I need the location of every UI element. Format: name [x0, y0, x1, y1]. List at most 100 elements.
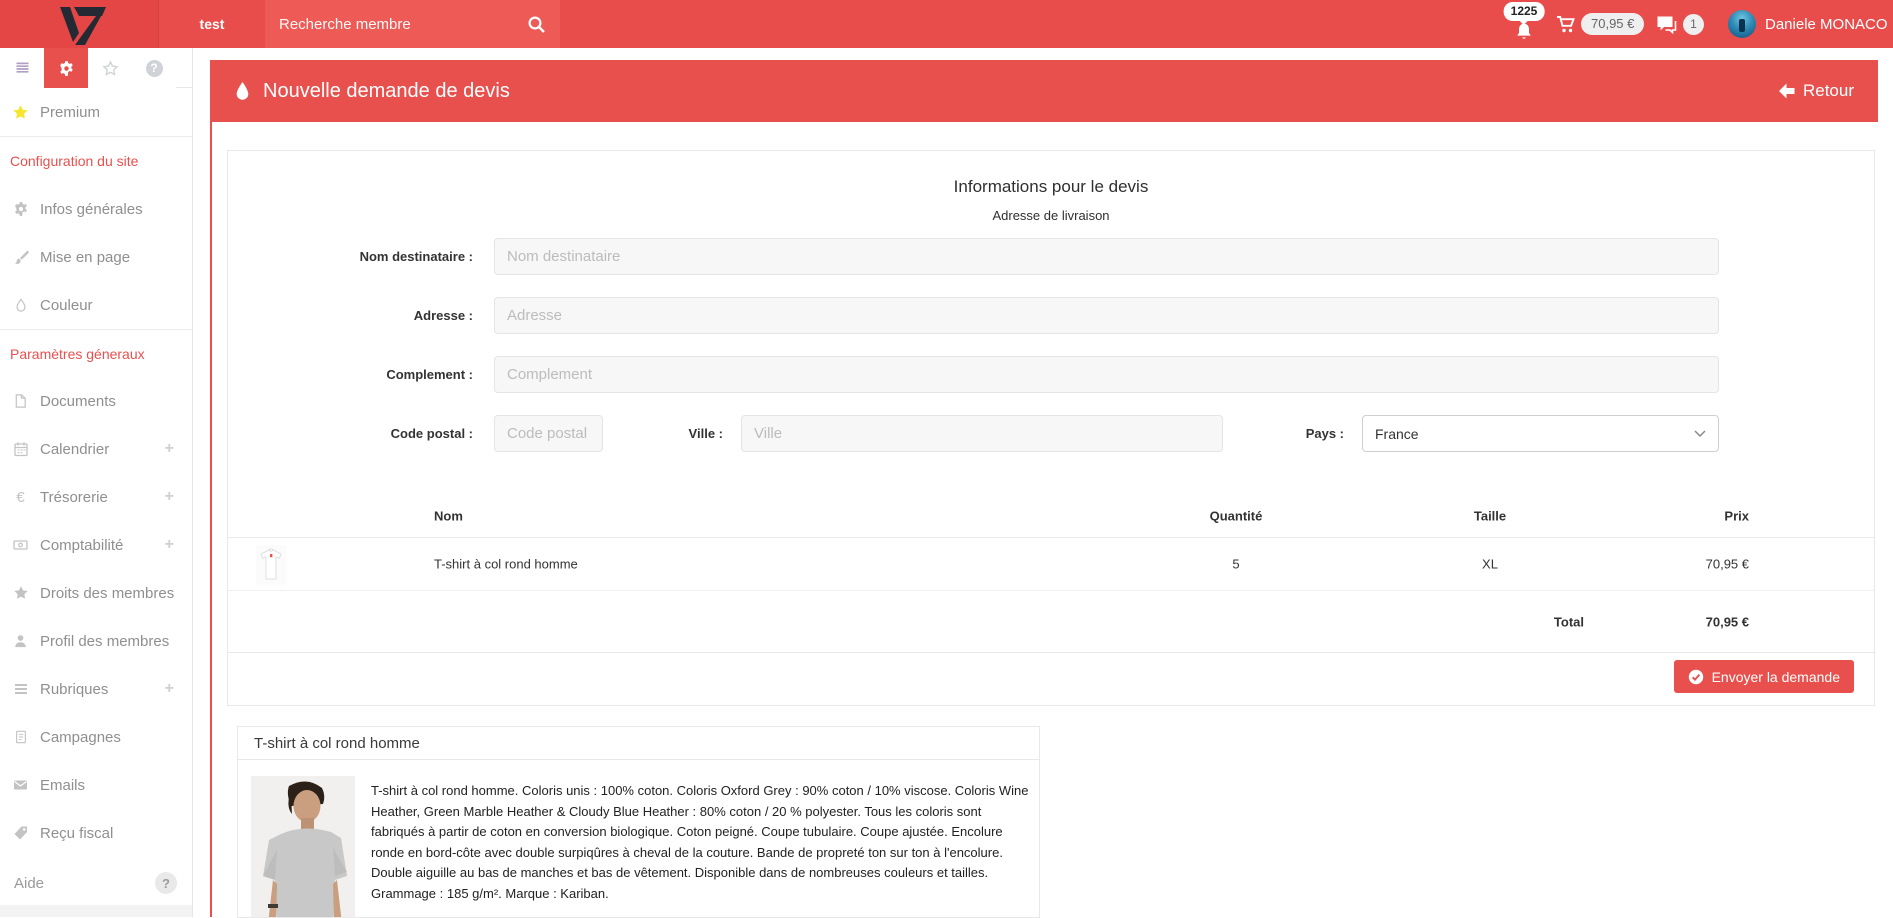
product-photo: [251, 776, 355, 918]
search-button[interactable]: [512, 0, 560, 48]
sidebar-item-label: Mise en page: [40, 249, 130, 266]
sidebar-item-mise-en-page[interactable]: Mise en page: [0, 233, 192, 281]
sidebar-tabstrip: ?: [0, 48, 192, 88]
droplet-icon: [12, 297, 29, 313]
gear-icon: [58, 60, 75, 77]
sidebar-item-label: Calendrier: [40, 441, 109, 458]
search-input[interactable]: [265, 0, 512, 48]
quote-form-panel: Informations pour le devis Adresse de li…: [227, 150, 1875, 706]
sidebar-item-label: Infos générales: [40, 201, 143, 218]
recipient-label: Nom destinataire :: [228, 249, 473, 264]
country-select[interactable]: France: [1362, 415, 1719, 452]
sidebar-item-label: Campagnes: [40, 729, 121, 746]
page-header-bar: Nouvelle demande de devis Retour: [212, 60, 1878, 122]
address-input[interactable]: [494, 297, 1719, 334]
tab-menu[interactable]: [0, 48, 44, 88]
check-circle-icon: [1688, 669, 1704, 685]
product-thumbnail: [256, 545, 286, 585]
sidebar-item-rubriques[interactable]: Rubriques +: [0, 665, 192, 713]
notifications-button[interactable]: 1225: [1498, 0, 1550, 48]
plus-icon[interactable]: +: [165, 441, 174, 457]
sidebar-item-recu-fiscal[interactable]: Reçu fiscal: [0, 809, 192, 857]
city-input[interactable]: [741, 415, 1223, 452]
sidebar-item-label: Emails: [40, 777, 85, 794]
calendar-icon: [12, 441, 29, 457]
sidebar-item-campagnes[interactable]: Campagnes: [0, 713, 192, 761]
sidebar-item-label: Profil des membres: [40, 633, 169, 650]
complement-input[interactable]: [494, 356, 1719, 393]
gear-icon: [12, 201, 29, 217]
bell-icon: [1514, 22, 1534, 42]
tag-icon: [12, 825, 29, 841]
postal-code-input[interactable]: [494, 415, 603, 452]
sidebar-item-label: Comptabilité: [40, 537, 123, 554]
user-menu[interactable]: Daniele MONACO: [1728, 0, 1888, 48]
item-price: 70,95 €: [1706, 557, 1749, 572]
sidebar-item-documents[interactable]: Documents: [0, 377, 192, 425]
cart-icon: [1556, 15, 1576, 34]
total-label: Total: [1554, 614, 1584, 629]
topbar: test 1225 70,95 € 1: [0, 0, 1893, 48]
notifications-count-badge: 1225: [1504, 2, 1545, 21]
menu-icon: [14, 60, 31, 76]
country-label: Pays :: [1224, 426, 1344, 441]
sidebar-item-aide[interactable]: Aide ?: [0, 861, 193, 905]
sidebar-item-label: Reçu fiscal: [40, 825, 113, 842]
banknote-icon: [12, 537, 29, 553]
form-title: Informations pour le devis: [228, 177, 1874, 197]
sidebar-item-infos-generales[interactable]: Infos générales: [0, 185, 192, 233]
sidebar-item-comptabilite[interactable]: Comptabilité +: [0, 521, 192, 569]
sidebar-item-calendrier[interactable]: Calendrier +: [0, 425, 192, 473]
app-logo[interactable]: [0, 0, 158, 48]
sidebar-item-label: Rubriques: [40, 681, 108, 698]
total-value: 70,95 €: [1706, 614, 1749, 629]
tab-favorites[interactable]: [88, 48, 132, 88]
column-header-prix: Prix: [1724, 509, 1749, 524]
submit-request-button[interactable]: Envoyer la demande: [1674, 660, 1854, 693]
sidebar-item-profil-des-membres[interactable]: Profil des membres: [0, 617, 192, 665]
member-search: [265, 0, 560, 48]
help-circle-icon: ?: [155, 872, 177, 894]
search-icon: [527, 15, 546, 34]
recipient-input[interactable]: [494, 238, 1719, 275]
file-icon: [12, 393, 29, 409]
arrow-left-icon: [1778, 83, 1795, 99]
back-button[interactable]: Retour: [1778, 81, 1854, 101]
sidebar: ? Premium Configuration du site Infos gé…: [0, 48, 193, 917]
sidebar-item-label: Couleur: [40, 297, 93, 314]
star-icon: [12, 585, 29, 601]
table-row: T-shirt à col rond homme 5 XL 70,95 €: [228, 538, 1874, 591]
plus-icon[interactable]: +: [165, 537, 174, 553]
page-title: Nouvelle demande de devis: [263, 80, 510, 103]
cart-button[interactable]: 70,95 €: [1556, 0, 1644, 48]
product-card: T-shirt à col rond homme T-shirt à col r…: [237, 726, 1040, 918]
sidebar-item-droits-des-membres[interactable]: Droits des membres: [0, 569, 192, 617]
accent-line: [210, 60, 212, 917]
cart-total-badge: 70,95 €: [1581, 13, 1644, 35]
postal-code-label: Code postal :: [228, 426, 473, 441]
messages-button[interactable]: 1: [1656, 0, 1704, 48]
star-outline-icon: [102, 60, 119, 77]
sidebar-item-tresorerie[interactable]: € Trésorerie +: [0, 473, 192, 521]
sidebar-item-premium[interactable]: Premium: [0, 88, 192, 137]
tab-settings[interactable]: [44, 48, 88, 88]
sidebar-item-couleur[interactable]: Couleur: [0, 281, 192, 329]
product-description: T-shirt à col rond homme. Coloris unis :…: [371, 781, 1034, 905]
item-size: XL: [1482, 557, 1498, 572]
sidebar-item-label: Premium: [40, 104, 100, 121]
back-button-label: Retour: [1803, 81, 1854, 101]
sidebar-item-label: Trésorerie: [40, 489, 108, 506]
chat-icon: [1656, 15, 1677, 34]
sidebar-item-emails[interactable]: Emails: [0, 761, 192, 809]
sidebar-section-configuration: Configuration du site: [0, 137, 192, 185]
chevron-down-icon: [1694, 430, 1706, 438]
country-selected-value: France: [1375, 426, 1694, 442]
page-title-group: Nouvelle demande de devis: [235, 80, 510, 103]
plus-icon[interactable]: +: [165, 681, 174, 697]
v7-logo-icon: [46, 3, 112, 45]
user-name: Daniele MONACO: [1765, 16, 1888, 33]
workspace-switcher[interactable]: test: [159, 0, 265, 48]
tab-help[interactable]: ?: [132, 48, 176, 88]
complement-label: Complement :: [228, 367, 473, 382]
plus-icon[interactable]: +: [165, 489, 174, 505]
